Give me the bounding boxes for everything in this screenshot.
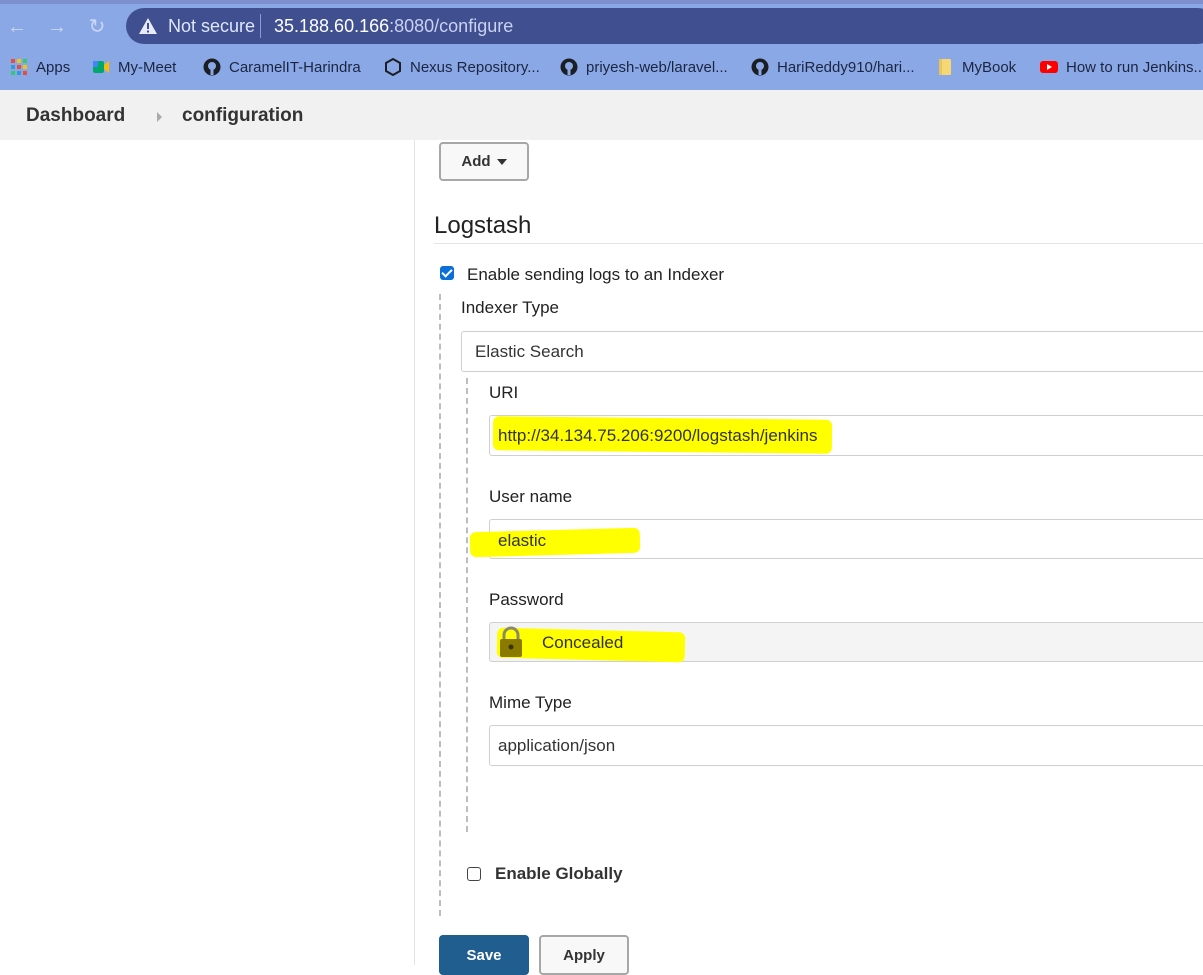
apps-grid-icon xyxy=(11,59,27,75)
browser-toolbar: ← → ↻ Not secure 35.188.60.166:8080/conf… xyxy=(0,0,1203,90)
window-top-stripe xyxy=(0,0,1203,4)
breadcrumb-configuration[interactable]: configuration xyxy=(182,105,303,127)
section-title: Logstash xyxy=(434,212,532,239)
back-arrow-icon[interactable]: ← xyxy=(4,14,30,40)
save-button[interactable]: Save xyxy=(439,935,529,975)
github-icon xyxy=(560,58,578,76)
indexer-type-value: Elastic Search xyxy=(475,341,584,361)
add-button[interactable]: Add xyxy=(439,142,529,181)
bookmark-label: Nexus Repository... xyxy=(410,58,540,76)
bookmark-my-meet[interactable]: My-Meet xyxy=(92,56,176,78)
username-label: User name xyxy=(489,487,573,506)
bookmark-apps[interactable]: Apps xyxy=(10,56,70,78)
section-divider xyxy=(434,243,1203,244)
uri-value: http://34.134.75.206:9200/logstash/jenki… xyxy=(498,426,818,445)
password-value: Concealed xyxy=(542,633,624,652)
address-separator xyxy=(260,14,261,38)
indexer-type-select[interactable]: Elastic Search xyxy=(461,331,1203,372)
username-value: elastic xyxy=(498,531,547,550)
bookmark-nexus[interactable]: Nexus Repository... xyxy=(384,56,540,78)
url-text[interactable]: 35.188.60.166:8080/configure xyxy=(274,16,513,37)
youtube-icon xyxy=(1040,61,1058,73)
bookmark-label: HariReddy910/hari... xyxy=(777,58,915,76)
not-secure-label[interactable]: Not secure xyxy=(168,16,255,37)
mime-type-value: application/json xyxy=(498,735,616,755)
uri-label: URI xyxy=(489,383,519,402)
apply-button-label: Apply xyxy=(563,946,605,964)
bookmark-label: How to run Jenkins... xyxy=(1066,58,1203,76)
meet-icon xyxy=(93,61,109,73)
enable-indexer-checkbox[interactable] xyxy=(440,266,454,280)
reload-icon[interactable]: ↻ xyxy=(84,14,110,40)
indexer-type-label: Indexer Type xyxy=(461,298,559,317)
bookmark-priyesh[interactable]: priyesh-web/laravel... xyxy=(560,56,728,78)
apply-button[interactable]: Apply xyxy=(539,935,629,975)
mime-type-input[interactable]: application/json xyxy=(489,725,1203,766)
url-host: 35.188.60.166 xyxy=(274,16,390,36)
address-bar[interactable]: Not secure 35.188.60.166:8080/configure xyxy=(126,8,1203,44)
save-button-label: Save xyxy=(466,946,502,964)
warning-triangle-icon[interactable] xyxy=(138,16,158,36)
enable-globally-label[interactable]: Enable Globally xyxy=(495,864,623,884)
bookmark-jenkins-video[interactable]: How to run Jenkins... xyxy=(1040,56,1203,78)
github-icon xyxy=(203,58,221,76)
url-path: :8080/configure xyxy=(389,16,514,36)
bookmark-mybook[interactable]: MyBook xyxy=(936,56,1016,78)
bookmarks-bar: Apps My-Meet CaramelIT-Harindra Nexus Re… xyxy=(0,52,1203,82)
lock-icon xyxy=(500,626,522,657)
mime-type-label: Mime Type xyxy=(489,693,572,712)
username-highlight xyxy=(469,527,641,558)
bookmark-caramelit[interactable]: CaramelIT-Harindra xyxy=(203,56,361,78)
enable-indexer-label[interactable]: Enable sending logs to an Indexer xyxy=(467,265,724,285)
bookmark-label: Apps xyxy=(36,58,71,76)
breadcrumb-chevron-icon xyxy=(157,112,162,122)
breadcrumb-dashboard[interactable]: Dashboard xyxy=(26,105,125,127)
github-icon xyxy=(751,58,769,76)
folder-icon xyxy=(939,59,951,75)
bookmark-label: My-Meet xyxy=(118,58,177,76)
add-button-label: Add xyxy=(461,153,491,170)
caret-down-icon xyxy=(496,158,507,165)
bookmark-label: MyBook xyxy=(962,58,1017,76)
bookmark-label: CaramelIT-Harindra xyxy=(229,58,361,76)
forward-arrow-icon[interactable]: → xyxy=(44,14,70,40)
bookmark-label: priyesh-web/laravel... xyxy=(586,58,728,76)
sidebar-divider xyxy=(414,140,415,965)
nested-block-border xyxy=(439,294,441,916)
password-label: Password xyxy=(489,590,564,609)
bookmark-harireddy[interactable]: HariReddy910/hari... xyxy=(751,56,915,78)
enable-globally-checkbox[interactable] xyxy=(467,867,481,881)
indexer-options-border xyxy=(466,378,468,832)
breadcrumb: Dashboard configuration xyxy=(0,90,1203,140)
nexus-icon xyxy=(385,58,401,76)
